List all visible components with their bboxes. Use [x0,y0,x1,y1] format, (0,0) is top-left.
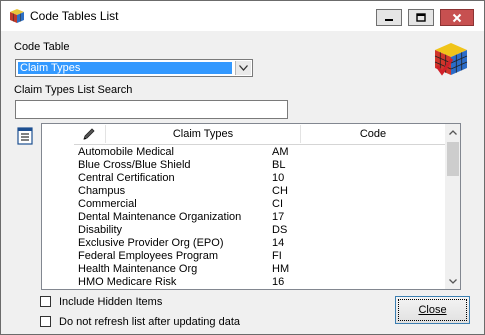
list-menu-icon[interactable] [16,127,34,145]
include-hidden-checkbox[interactable] [40,296,51,307]
claim-type-code: BL [272,159,286,171]
title-bar[interactable]: Code Tables List [1,1,484,31]
close-window-button[interactable] [440,9,474,26]
claim-type-name: Champus [78,185,126,197]
claim-type-code: HM [272,263,290,275]
minimize-button[interactable] [376,9,402,26]
claim-type-name: HMO Medicare Risk [78,276,177,288]
claim-type-code: AM [272,146,289,158]
claim-type-name: Automobile Medical [78,146,174,158]
column-header-claim-types[interactable]: Claim Types [106,124,300,144]
claim-type-code: 14 [272,237,285,249]
code-table-label: Code Table [14,41,70,53]
rubiks-cube-icon [434,43,468,76]
search-label: Claim Types List Search [14,84,133,96]
close-icon [452,13,462,22]
maximize-icon [416,12,426,22]
window-title: Code Tables List [30,9,119,23]
minimize-icon [385,18,393,21]
chevron-down-icon [449,278,457,284]
claim-type-name: Commercial [78,198,137,210]
column-header-code[interactable]: Code [301,124,445,144]
close-button-label: Close [418,304,447,316]
scroll-thumb[interactable] [447,142,459,176]
code-table-dropdown[interactable]: Claim Types [15,59,253,77]
claim-type-name: Health Maintenance Org [78,263,198,275]
chevron-down-icon [239,65,248,71]
include-hidden-label[interactable]: Include Hidden Items [59,296,162,308]
vertical-scrollbar[interactable] [445,124,460,289]
claim-types-list[interactable]: Claim Types Code Automobile Medical AM Bl… [41,123,461,290]
claim-type-code: 17 [272,211,285,223]
claim-type-code: 10 [272,172,285,184]
chevron-up-icon [449,129,457,135]
claim-type-name: Blue Cross/Blue Shield [78,159,191,171]
claim-type-code: CH [272,185,288,197]
edit-pencil-icon [83,128,95,140]
no-refresh-checkbox[interactable] [40,316,51,327]
dropdown-button[interactable] [235,61,251,75]
code-tables-window: Code Tables List Code Table Claim Types … [0,0,485,335]
claim-type-code: CI [272,198,283,210]
claim-type-code: FI [272,250,282,262]
maximize-button[interactable] [408,9,434,26]
list-header: Claim Types Code [74,124,445,145]
claim-type-name: Disability [78,224,123,236]
claim-type-name: Central Certification [78,172,175,184]
search-input[interactable] [15,100,288,119]
code-table-selected: Claim Types [18,62,232,74]
claim-type-name: Exclusive Provider Org (EPO) [78,237,224,249]
claim-type-name: Federal Employees Program [78,250,219,262]
claim-type-code: DS [272,224,288,236]
close-button[interactable]: Close [395,296,470,324]
no-refresh-label[interactable]: Do not refresh list after updating data [59,316,240,328]
claim-type-name: Dental Maintenance Organization [78,211,242,223]
scroll-up-button[interactable] [445,124,460,140]
claim-type-code: 16 [272,276,285,288]
scroll-down-button[interactable] [445,273,460,289]
app-cube-icon [10,9,24,23]
